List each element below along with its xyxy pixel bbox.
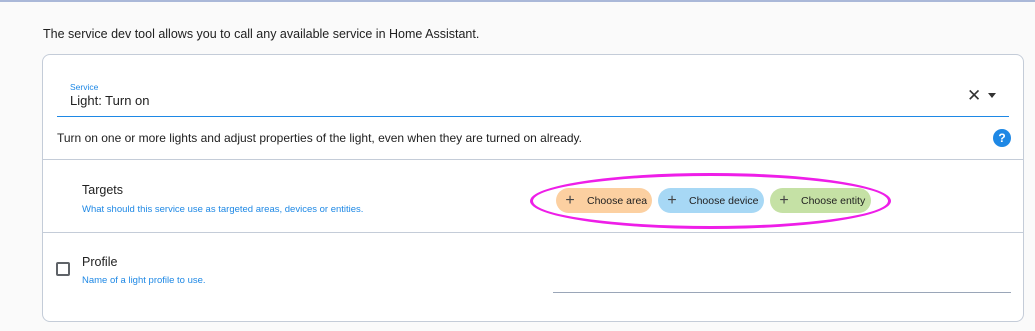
targets-title: Targets	[82, 183, 123, 197]
choose-entity-button[interactable]: + Choose entity	[770, 188, 871, 213]
help-circle-icon[interactable]: ?	[993, 129, 1011, 147]
choose-entity-label: Choose entity	[801, 194, 866, 207]
close-icon[interactable]: ✕	[967, 86, 981, 106]
service-value: Light: Turn on	[70, 93, 150, 108]
targets-description: What should this service use as targeted…	[82, 204, 364, 215]
intro-text: The service dev tool allows you to call …	[43, 27, 480, 41]
arrow-drop-down-icon[interactable]	[988, 93, 996, 98]
top-divider	[0, 0, 1035, 2]
service-picker[interactable]: Service Light: Turn on ✕	[57, 55, 1009, 117]
plus-icon: +	[565, 191, 575, 209]
service-card: Service Light: Turn on ✕ Turn on one or …	[42, 54, 1024, 322]
plus-icon: +	[667, 191, 677, 209]
profile-checkbox[interactable]	[56, 262, 70, 276]
service-label: Service	[70, 82, 99, 92]
profile-description: Name of a light profile to use.	[82, 275, 206, 286]
divider	[43, 232, 1023, 233]
choose-device-button[interactable]: + Choose device	[658, 188, 764, 213]
divider	[43, 159, 1023, 160]
service-description: Turn on one or more lights and adjust pr…	[57, 131, 582, 145]
choose-area-label: Choose area	[587, 194, 648, 207]
plus-icon: +	[779, 191, 789, 209]
profile-input[interactable]	[553, 251, 1011, 293]
profile-title: Profile	[82, 255, 118, 269]
choose-device-label: Choose device	[689, 194, 759, 207]
choose-area-button[interactable]: + Choose area	[556, 188, 652, 213]
